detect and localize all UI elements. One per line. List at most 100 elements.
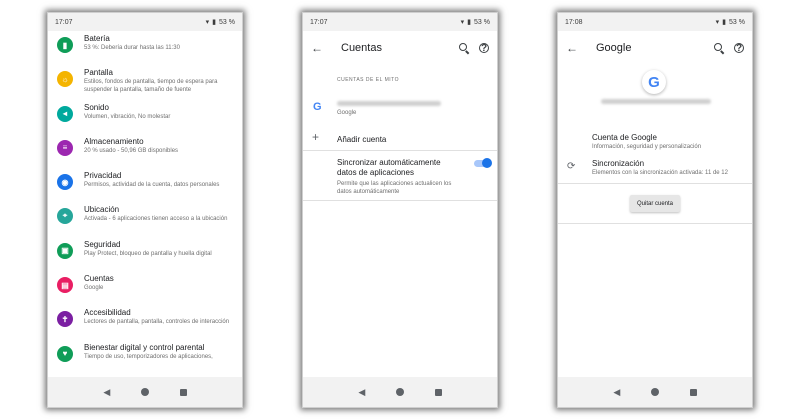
account-email-redacted bbox=[601, 99, 711, 104]
sync-icon: ⟳ bbox=[567, 161, 576, 172]
settings-item-subtitle: Activada - 6 aplicaciones tienen acceso … bbox=[84, 216, 228, 223]
search-icon[interactable] bbox=[714, 43, 724, 53]
divider bbox=[303, 150, 497, 151]
settings-item[interactable]: ▮ Batería 53 %: Debería durar hasta las 11… bbox=[48, 31, 242, 65]
sync-subtitle: Elementos con la sincronización activada… bbox=[592, 170, 728, 176]
wellbeing-icon: ♥ bbox=[57, 345, 73, 362]
nav-back-icon[interactable]: ◀ bbox=[613, 387, 620, 397]
account-provider: Google bbox=[337, 110, 357, 116]
settings-item-title: Accesibilidad bbox=[84, 308, 131, 318]
google-account-title: Cuenta de Google bbox=[592, 133, 657, 142]
settings-item-title: Almacenamiento bbox=[84, 136, 144, 146]
nav-home-icon[interactable] bbox=[650, 388, 659, 396]
divider bbox=[558, 223, 752, 224]
google-logo-icon: G bbox=[642, 70, 666, 94]
remove-account-button[interactable]: Quitar cuenta bbox=[630, 195, 680, 212]
google-account-row[interactable]: G Google bbox=[303, 91, 497, 125]
settings-item-subtitle: Google bbox=[84, 285, 104, 292]
nav-recents-icon[interactable] bbox=[434, 388, 442, 396]
back-arrow-icon[interactable]: ← bbox=[566, 41, 586, 55]
page-title: Cuentas bbox=[341, 42, 382, 54]
battery-status-icon: ▮ bbox=[212, 19, 217, 26]
account-email-redacted bbox=[337, 101, 441, 106]
settings-item-title: Sonido bbox=[84, 102, 109, 112]
auto-sync-title: Sincronizar automáticamente datos de apl… bbox=[337, 158, 441, 177]
search-icon[interactable] bbox=[459, 43, 469, 53]
auto-sync-toggle[interactable] bbox=[474, 158, 492, 168]
settings-item[interactable]: ☼ Pantalla Estilos, fondos de pantalla, ti… bbox=[48, 65, 242, 99]
nav-back-icon[interactable]: ◀ bbox=[103, 387, 110, 397]
navigation-bar: ◀ bbox=[48, 377, 242, 407]
settings-item-title: Pantalla bbox=[84, 68, 113, 78]
brightness-icon: ☼ bbox=[57, 71, 73, 88]
storage-icon: ≡ bbox=[57, 139, 73, 156]
plus-icon: + bbox=[312, 130, 320, 144]
status-bar: 17:08 ▾ ▮ 53 % bbox=[558, 13, 752, 31]
toggle-knob bbox=[482, 158, 492, 168]
add-account-label: Añadir cuenta bbox=[337, 135, 387, 144]
battery-percent: 53 % bbox=[729, 18, 745, 26]
settings-item-title: Bienestar digital y control parental bbox=[84, 342, 205, 352]
nav-recents-icon[interactable] bbox=[689, 388, 697, 396]
location-icon: ⌖ bbox=[57, 208, 73, 225]
settings-phone-screen: 17:07 ▾ ▮ 53 % ▮ Batería 53 %: Debería dur… bbox=[47, 12, 243, 408]
settings-item[interactable]: ◂ Sonido Volumen, vibración, No molestar bbox=[48, 100, 242, 134]
settings-item-subtitle: Tiempo de uso, temporizadores de aplicac… bbox=[84, 353, 213, 360]
settings-item[interactable]: ✝ Accesibilidad Lectores de pantalla, pant… bbox=[48, 305, 242, 339]
status-bar: 17:07 ▾ ▮ 53 % bbox=[48, 13, 242, 31]
settings-item-title: Cuentas bbox=[84, 274, 114, 284]
accessibility-icon: ✝ bbox=[57, 311, 73, 328]
sync-row[interactable]: Sincronización Elementos con la sincroni… bbox=[592, 159, 728, 177]
settings-list: ▮ Batería 53 %: Debería durar hasta las 11… bbox=[48, 31, 242, 374]
help-icon[interactable]: ? bbox=[734, 43, 744, 54]
wifi-icon: ▾ bbox=[205, 19, 210, 26]
settings-item-title: Seguridad bbox=[84, 239, 121, 249]
divider bbox=[558, 183, 752, 184]
status-time: 17:07 bbox=[55, 18, 73, 26]
settings-item[interactable]: ⌖ Ubicación Activada - 6 aplicaciones tien… bbox=[48, 202, 242, 236]
sound-icon: ◂ bbox=[57, 105, 73, 122]
settings-item-subtitle: Volumen, vibración, No molestar bbox=[84, 113, 171, 120]
battery-status-icon: ▮ bbox=[467, 19, 472, 26]
settings-item-subtitle: 20 % usado - 50,96 GB disponibles bbox=[84, 147, 179, 154]
settings-item-subtitle: Lectores de pantalla, pantalla, controle… bbox=[84, 319, 230, 326]
google-account-row[interactable]: Cuenta de Google Información, seguridad … bbox=[592, 133, 701, 151]
help-icon[interactable]: ? bbox=[479, 43, 489, 54]
google-logo-icon: G bbox=[313, 101, 322, 113]
auto-sync-subtitle: Permite que las aplicaciones actualicen … bbox=[337, 181, 452, 195]
nav-back-icon[interactable]: ◀ bbox=[358, 387, 365, 397]
status-time: 17:07 bbox=[310, 18, 328, 26]
settings-item[interactable]: ▣ Seguridad Play Protect, bloqueo de panta… bbox=[48, 237, 242, 271]
settings-item-subtitle: Estilos, fondos de pantalla, tiempo de e… bbox=[84, 79, 218, 94]
navigation-bar: ◀ bbox=[558, 377, 752, 407]
settings-item-title: Privacidad bbox=[84, 171, 122, 181]
settings-item[interactable]: ≡ Almacenamiento 20 % usado - 50,96 GB dis… bbox=[48, 134, 242, 168]
accounts-section-label: CUENTAS DE EL MITO bbox=[337, 77, 399, 83]
battery-icon: ▮ bbox=[57, 37, 73, 53]
app-bar: ← Cuentas ? bbox=[303, 31, 497, 65]
nav-home-icon[interactable] bbox=[395, 388, 404, 396]
settings-item[interactable]: ◉ Privacidad Permisos, actividad de la cue… bbox=[48, 168, 242, 202]
privacy-icon: ◉ bbox=[57, 174, 73, 191]
battery-percent: 53 % bbox=[474, 18, 490, 26]
settings-item-subtitle: Play Protect, bloqueo de pantalla y huel… bbox=[84, 250, 212, 257]
wifi-icon: ▾ bbox=[715, 19, 720, 26]
nav-home-icon[interactable] bbox=[140, 388, 149, 396]
settings-item[interactable]: ▤ Cuentas Google bbox=[48, 271, 242, 305]
accounts-phone-screen: 17:07 ▾ ▮ 53 % ← Cuentas ? CUENTAS DE EL… bbox=[302, 12, 498, 408]
account-icon: ▤ bbox=[57, 277, 73, 294]
auto-sync-row[interactable]: Sincronizar automáticamente datos de apl… bbox=[337, 158, 459, 196]
add-account-row[interactable]: + Añadir cuenta bbox=[303, 127, 497, 149]
lock-icon: ▣ bbox=[57, 242, 73, 259]
status-bar: 17:07 ▾ ▮ 53 % bbox=[303, 13, 497, 31]
settings-item-subtitle: Permisos, actividad de la cuenta, datos … bbox=[84, 182, 220, 189]
page-title: Google bbox=[596, 42, 632, 54]
google-account-phone-screen: 17:08 ▾ ▮ 53 % ← Google ? G Cuenta de Go… bbox=[557, 12, 753, 408]
settings-item[interactable]: ♥ Bienestar digital y control parental Tie… bbox=[48, 340, 242, 374]
google-account-subtitle: Información, seguridad y personalización bbox=[592, 144, 702, 150]
app-bar: ← Google ? bbox=[558, 31, 752, 65]
back-arrow-icon[interactable]: ← bbox=[311, 41, 331, 55]
nav-recents-icon[interactable] bbox=[179, 388, 187, 396]
settings-item-title: Ubicación bbox=[84, 205, 120, 215]
divider bbox=[303, 200, 497, 201]
